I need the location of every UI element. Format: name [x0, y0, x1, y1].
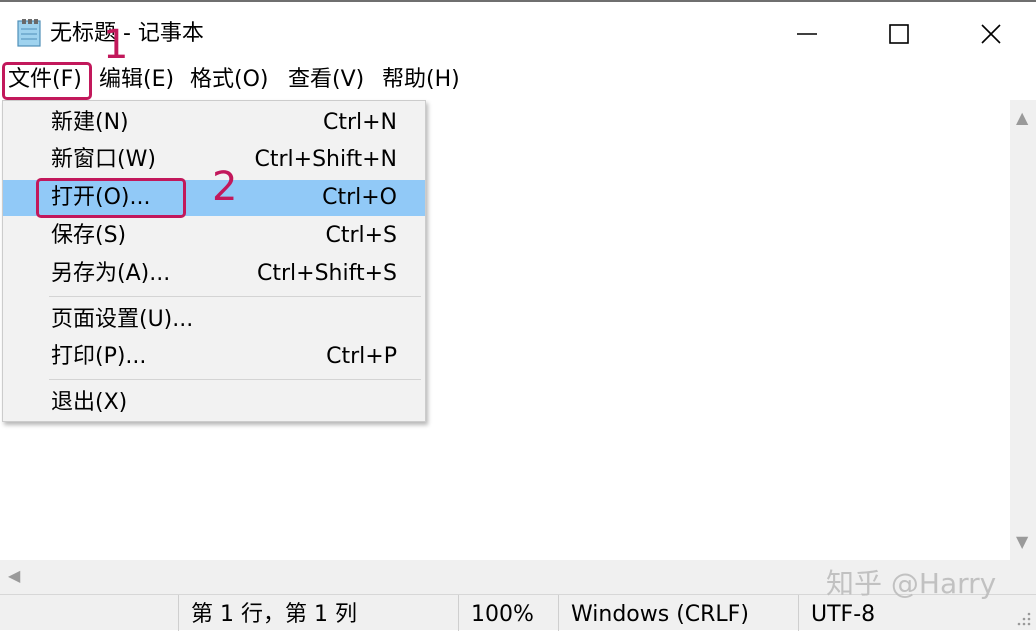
- menu-item-shortcut: Ctrl+N: [322, 110, 397, 135]
- resize-grip-icon[interactable]: [1016, 611, 1032, 627]
- menu-item-shortcut: Ctrl+Shift+N: [254, 147, 397, 172]
- menu-item-new[interactable]: 新建(N) Ctrl+N: [3, 105, 425, 141]
- status-cursor-position: 第 1 行，第 1 列: [178, 595, 458, 631]
- menu-item-page-setup[interactable]: 页面设置(U)...: [3, 302, 425, 338]
- annotation-box-file-menu: [2, 62, 92, 100]
- menu-view[interactable]: 查看(V): [284, 64, 368, 96]
- menu-item-save[interactable]: 保存(S) Ctrl+S: [3, 218, 425, 254]
- minimize-icon: [797, 33, 817, 35]
- menu-separator: [49, 379, 421, 380]
- menu-format[interactable]: 格式(O): [186, 64, 272, 96]
- file-menu-dropdown: 新建(N) Ctrl+N 新窗口(W) Ctrl+Shift+N 打开(O)..…: [2, 100, 426, 422]
- annotation-step-2: 2: [212, 164, 238, 210]
- menu-item-label: 保存(S): [51, 223, 127, 248]
- menu-help[interactable]: 帮助(H): [378, 64, 464, 96]
- menu-bar: 文件(F) 编辑(E) 格式(O) 查看(V) 帮助(H): [0, 62, 1036, 100]
- menu-item-print[interactable]: 打印(P)... Ctrl+P: [3, 339, 425, 375]
- status-zoom: 100%: [458, 595, 558, 631]
- title-bar: 无标题 - 记事本: [0, 0, 1036, 62]
- watermark-text: 知乎 @Harry: [826, 567, 997, 600]
- menu-item-label: 退出(X): [51, 390, 128, 415]
- close-button[interactable]: [946, 8, 1036, 60]
- menu-item-shortcut: Ctrl+S: [325, 223, 397, 248]
- minimize-button[interactable]: [762, 8, 852, 60]
- status-line-ending: Windows (CRLF): [558, 595, 798, 631]
- menu-item-exit[interactable]: 退出(X): [3, 385, 425, 421]
- menu-item-shortcut: Ctrl+Shift+S: [257, 261, 397, 286]
- menu-item-save-as[interactable]: 另存为(A)... Ctrl+Shift+S: [3, 256, 425, 292]
- annotation-step-1: 1: [103, 22, 129, 68]
- scroll-up-icon[interactable]: ▲: [1016, 108, 1028, 127]
- annotation-box-open: [36, 178, 186, 218]
- menu-item-label: 另存为(A)...: [51, 261, 171, 286]
- scroll-down-icon[interactable]: ▼: [1016, 532, 1028, 551]
- vertical-scrollbar[interactable]: ▲ ▼: [1010, 100, 1036, 560]
- maximize-button[interactable]: [854, 8, 944, 60]
- menu-item-label: 页面设置(U)...: [51, 307, 194, 332]
- close-icon: [981, 24, 1001, 44]
- menu-item-shortcut: Ctrl+P: [326, 344, 397, 369]
- scroll-left-icon[interactable]: ◀: [8, 566, 20, 585]
- scrollbar-corner: [1010, 560, 1036, 594]
- maximize-icon: [889, 24, 909, 44]
- menu-separator: [49, 296, 421, 297]
- menu-item-shortcut: Ctrl+O: [322, 185, 397, 210]
- menu-item-label: 新窗口(W): [51, 147, 156, 172]
- menu-item-label: 打印(P)...: [51, 344, 147, 369]
- menu-item-label: 新建(N): [51, 110, 129, 135]
- menu-edit[interactable]: 编辑(E): [95, 64, 178, 96]
- notepad-icon: [17, 19, 41, 47]
